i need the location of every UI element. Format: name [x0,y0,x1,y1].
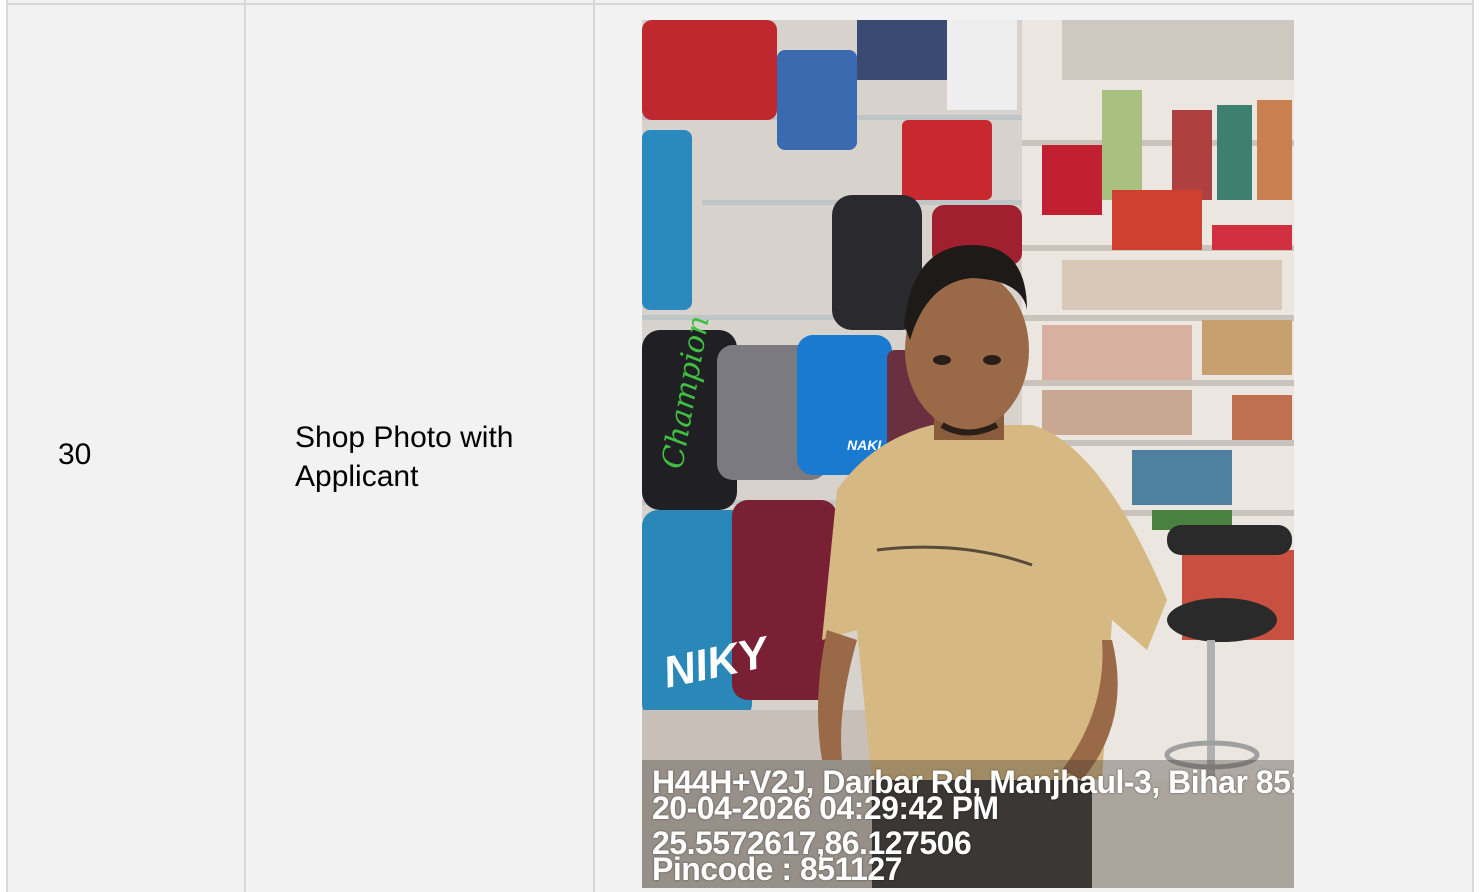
document-label-cell: Shop Photo with Applicant [295,421,514,493]
geotag-overlay: H44H+V2J, Darbar Rd, Manjhaul-3, Bihar 8… [642,760,1294,888]
shop-photo-image: NIKY Champion NAKI [642,20,1294,888]
table-top-border [8,0,1472,5]
column-divider [593,0,595,892]
geotag-datetime: 20-04-2026 04:29:42 PM [652,790,999,826]
serial-number-cell: 30 [58,438,92,471]
geotag-pincode: Pincode : 851127 [652,851,902,887]
column-divider [244,0,246,892]
